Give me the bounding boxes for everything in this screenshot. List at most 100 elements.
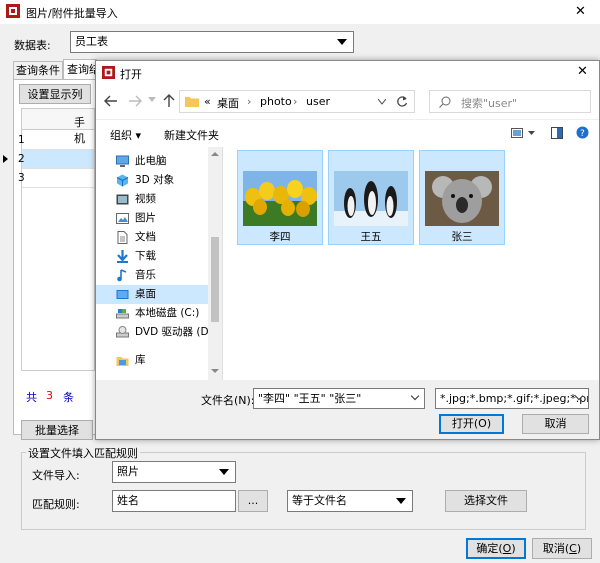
match-rule-label: 匹配规则: <box>32 498 80 511</box>
row-number: 3 <box>18 172 25 184</box>
tree-item-this-pc[interactable]: 此电脑 <box>96 152 208 171</box>
table-row[interactable]: 1 <box>18 131 94 150</box>
cancel-label-end: ) <box>576 542 582 555</box>
chevron-down-icon <box>337 39 347 45</box>
view-icon[interactable] <box>511 128 523 138</box>
tab-query-conditions[interactable]: 查询条件 <box>13 61 63 79</box>
dialog-close-button[interactable]: ✕ <box>577 64 588 79</box>
file-name: 张三 <box>451 231 473 243</box>
file-type-filter[interactable]: *.jpg;*.bmp;*.gif;*.jpeg;*.png; <box>435 388 589 409</box>
tree-label: 本地磁盘 (C:) <box>135 307 200 319</box>
match-rule-value: 姓名 <box>117 494 139 507</box>
tree-label: 图片 <box>135 212 156 224</box>
tulips-image <box>243 171 317 226</box>
cancel-label: 取消( <box>542 542 570 555</box>
tree-item-library[interactable]: 库 <box>96 351 208 370</box>
desktop-icon <box>116 290 129 299</box>
file-import-select[interactable]: 照片 <box>112 461 236 483</box>
back-arrow-icon[interactable] <box>104 95 118 107</box>
filename-label: 文件名(N): <box>201 394 255 407</box>
recent-dropdown-icon[interactable] <box>148 97 156 103</box>
dialog-title-bar: 打开 ✕ <box>96 61 599 85</box>
tree-label: 桌面 <box>135 288 156 300</box>
choose-file-button[interactable]: 选择文件 <box>445 490 527 512</box>
pictures-icon <box>116 213 129 224</box>
chevron-down-icon[interactable] <box>410 391 420 401</box>
breadcrumb-desktop[interactable]: 桌面 <box>217 95 239 111</box>
batch-select-button[interactable]: 批量选择 <box>21 420 93 440</box>
browse-button[interactable]: ... <box>238 490 268 512</box>
tree-item-desktop[interactable]: 桌面 <box>96 285 208 304</box>
tree-item-documents[interactable]: 文档 <box>96 228 208 247</box>
scrollbar-thumb[interactable] <box>211 237 219 322</box>
preview-pane-icon[interactable] <box>551 127 563 139</box>
tree-item-3d-objects[interactable]: 3D 对象 <box>96 171 208 190</box>
set-columns-button[interactable]: 设置显示列 <box>19 84 91 104</box>
download-icon <box>117 250 128 263</box>
help-icon[interactable]: ? <box>576 126 589 139</box>
refresh-icon[interactable] <box>396 95 408 108</box>
search-icon <box>439 96 451 108</box>
tree-item-downloads[interactable]: 下载 <box>96 247 208 266</box>
filename-value: "李四" "王五" "张三" <box>258 392 362 405</box>
tree-item-music[interactable]: 音乐 <box>96 266 208 285</box>
library-icon <box>116 357 129 366</box>
tree-label: 此电脑 <box>135 155 167 167</box>
3d-objects-icon <box>116 174 129 187</box>
filename-input[interactable]: "李四" "王五" "张三" <box>253 388 425 409</box>
new-folder-button[interactable]: 新建文件夹 <box>164 127 219 143</box>
tree-label: 下载 <box>135 250 156 262</box>
search-input[interactable]: 搜索"user" <box>429 90 591 113</box>
tab-label: 查询条件 <box>16 64 60 77</box>
file-item[interactable]: 张三 <box>419 150 505 245</box>
dialog-nav-bar: « 桌面 › photo › user 搜索"user" <box>96 85 599 119</box>
match-rule-input[interactable]: 姓名 <box>112 490 236 512</box>
tree-item-pictures[interactable]: 图片 <box>96 209 208 228</box>
tree-scrollbar[interactable] <box>208 147 222 380</box>
chevron-down-icon[interactable] <box>378 99 386 105</box>
ok-button[interactable]: 确定(O) <box>466 538 526 559</box>
app-icon <box>102 66 115 79</box>
open-button[interactable]: 打开(O) <box>439 414 504 434</box>
documents-icon <box>117 231 128 244</box>
chevron-down-icon <box>219 469 229 475</box>
svg-text:?: ? <box>580 129 585 139</box>
tree-item-videos[interactable]: 视频 <box>96 190 208 209</box>
organize-menu[interactable]: 组织 ▾ <box>110 127 141 143</box>
breadcrumb-photo[interactable]: photo <box>260 95 292 108</box>
tree-item-local-disk[interactable]: 本地磁盘 (C:) <box>96 304 208 323</box>
breadcrumb-user[interactable]: user <box>306 95 330 108</box>
chevron-down-icon[interactable] <box>528 131 535 136</box>
file-import-label: 文件导入: <box>32 469 80 482</box>
grid-header: 手机 <box>21 108 95 145</box>
file-import-value: 照片 <box>117 465 139 478</box>
up-arrow-icon[interactable] <box>163 94 175 108</box>
table-row[interactable]: 2 <box>3 150 94 169</box>
match-mode-select[interactable]: 等于文件名 <box>287 490 413 512</box>
dialog-title: 打开 <box>120 68 142 81</box>
navigation-tree: 此电脑 3D 对象 视频 图片 文档 下载 音乐 桌面 本地磁盘 (C:) DV… <box>96 147 222 380</box>
tree-item-dvd-drive[interactable]: DVD 驱动器 (D: <box>96 323 212 342</box>
breadcrumb-overflow[interactable]: « <box>204 95 211 108</box>
scroll-down-icon[interactable] <box>211 369 219 374</box>
breadcrumb-separator[interactable]: › <box>293 95 297 108</box>
breadcrumb-separator[interactable]: › <box>247 95 251 108</box>
tab-query-results[interactable]: 查询结 <box>63 59 97 79</box>
main-close-button[interactable]: ✕ <box>575 4 586 19</box>
row-number: 1 <box>18 134 25 146</box>
file-item[interactable]: 李四 <box>237 150 323 245</box>
count-value: 3 <box>46 389 53 402</box>
table-select[interactable]: 员工表 <box>70 31 354 53</box>
scroll-up-icon[interactable] <box>211 151 219 156</box>
forward-arrow-icon[interactable] <box>128 95 142 107</box>
address-bar[interactable]: « 桌面 › photo › user <box>179 90 415 113</box>
row-pointer-icon <box>3 155 8 163</box>
ok-label-end: ) <box>511 542 516 555</box>
dialog-cancel-button[interactable]: 取消 <box>522 414 589 434</box>
tree-label: 库 <box>135 354 146 366</box>
dvd-icon <box>116 326 129 338</box>
cancel-button[interactable]: 取消(C) <box>532 538 592 559</box>
table-row[interactable]: 3 <box>18 169 94 188</box>
file-item[interactable]: 王五 <box>328 150 414 245</box>
table-label: 数据表: <box>14 39 51 52</box>
